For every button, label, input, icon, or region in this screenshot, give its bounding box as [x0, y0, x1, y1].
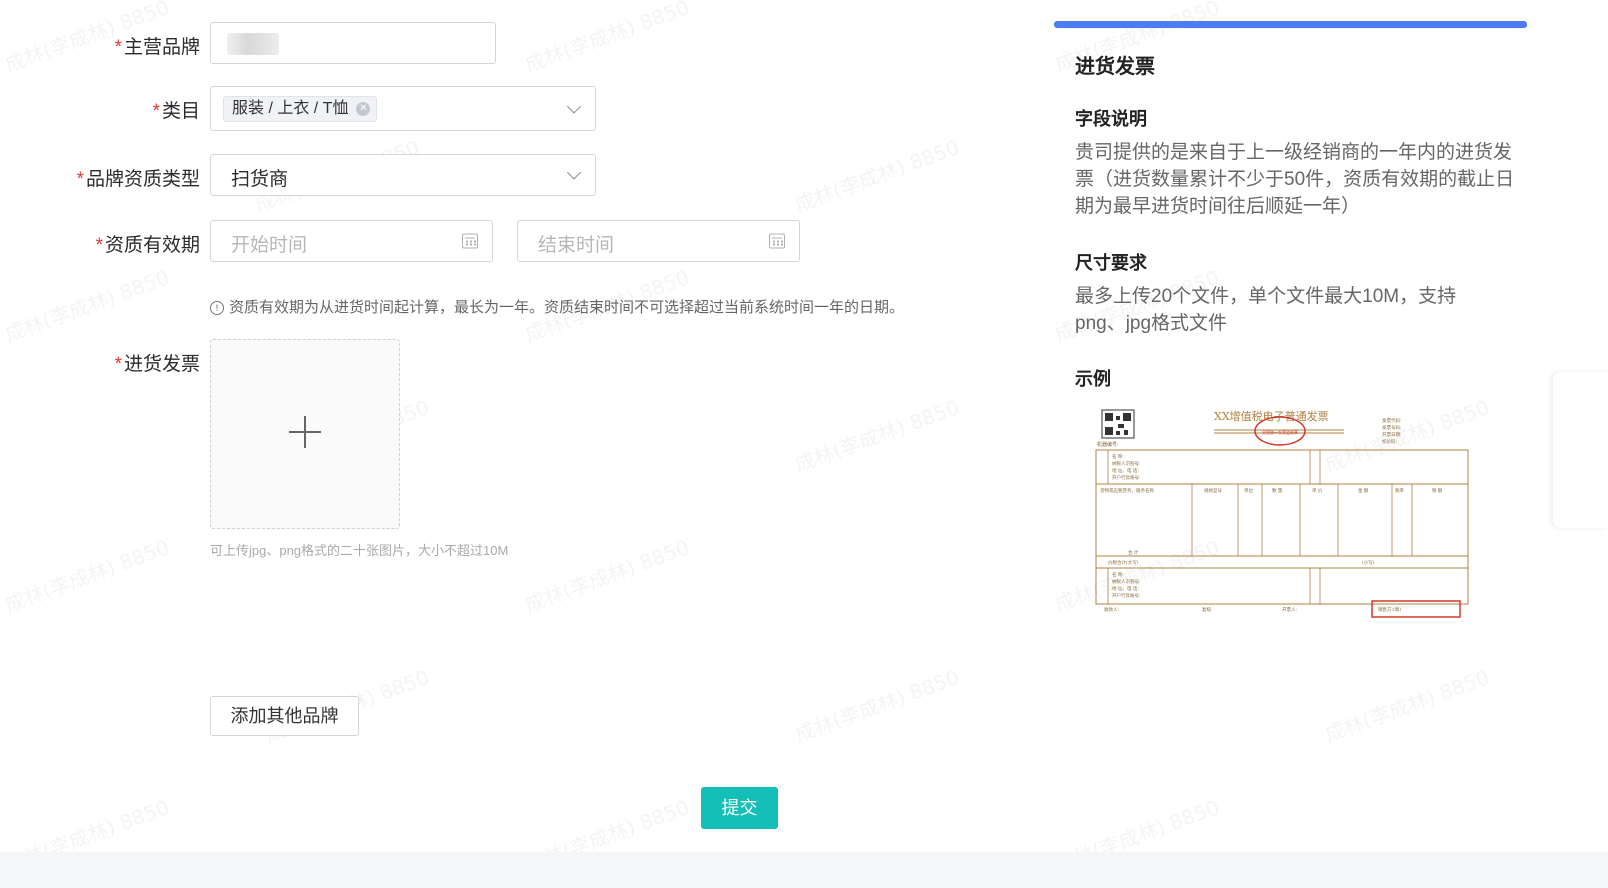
invoice-upload-area[interactable]: [210, 339, 400, 529]
qualification-type-value: 扫货商: [231, 169, 289, 190]
svg-text:地 址、电 话:: 地 址、电 话:: [1112, 585, 1139, 592]
validity-label: * 资质有效期: [95, 235, 200, 256]
start-date-placeholder: 开始时间: [231, 235, 308, 256]
watermark: 成林(李成林) 8850: [791, 135, 963, 217]
size-requirement-text: 最多上传20个文件，单个文件最大10M，支持png、jpg格式文件: [1075, 286, 1457, 334]
category-select[interactable]: 服装 / 上衣 / T恤 ✕: [210, 86, 596, 131]
svg-text:税 额: 税 额: [1432, 487, 1443, 494]
svg-text:名 称:: 名 称:: [1112, 453, 1124, 460]
example-heading: 示例: [1075, 369, 1111, 389]
svg-text:规格型号: 规格型号: [1204, 487, 1222, 494]
svg-text:纳税人识别号:: 纳税人识别号:: [1112, 578, 1141, 585]
side-panel-title: 进货发票: [1075, 56, 1155, 78]
category-label: * 类目: [152, 101, 200, 122]
watermark: 成林(李成林) 8850: [791, 665, 963, 747]
svg-text:开票人:: 开票人:: [1282, 607, 1297, 613]
brand-label: * 主营品牌: [114, 37, 200, 58]
watermark: 成林(李成林) 8850: [521, 535, 693, 617]
submit-button[interactable]: 提交: [701, 787, 778, 829]
upload-hint: 可上传jpg、png格式的二十张图片，大小不超过10M: [210, 543, 509, 558]
svg-text:数 量: 数 量: [1272, 487, 1283, 494]
svg-text:全国统一发票监制章: 全国统一发票监制章: [1262, 429, 1298, 435]
svg-text:销售方:(章): 销售方:(章): [1378, 606, 1401, 613]
svg-text:(小写): (小写): [1362, 559, 1375, 566]
page-footer-band: [0, 852, 1608, 888]
watermark: 成林(李成林) 8850: [791, 395, 963, 477]
svg-text:单位: 单位: [1244, 487, 1253, 494]
qualification-type-label: * 品牌资质类型: [76, 169, 200, 190]
svg-text:单 价: 单 价: [1312, 487, 1323, 494]
svg-text:开票日期:: 开票日期:: [1382, 432, 1402, 438]
side-drawer-tab[interactable]: [1553, 372, 1608, 528]
calendar-icon[interactable]: [769, 233, 785, 249]
add-brand-button[interactable]: 添加其他品牌: [210, 696, 359, 736]
svg-text:机器编号:: 机器编号:: [1097, 441, 1119, 448]
chevron-down-icon: [566, 165, 582, 180]
svg-text:发票号码:: 发票号码:: [1382, 424, 1402, 431]
blurred-brand-value: [227, 33, 279, 55]
svg-text:纳税人识别号:: 纳税人识别号:: [1112, 460, 1141, 467]
validity-hint: ! 资质有效期为从进货时间起计算，最长为一年。资质结束时间不可选择超过当前系统时间…: [210, 296, 904, 317]
svg-text:开户行及账号:: 开户行及账号:: [1112, 592, 1141, 599]
svg-text:复核:: 复核:: [1202, 606, 1213, 613]
field-description-text: 贵司提供的是来自于上一级经销商的一年内的进货发票（进货数量累计不少于50件，资质…: [1075, 142, 1515, 217]
plus-icon: [289, 416, 321, 448]
start-date-input[interactable]: 开始时间: [210, 220, 493, 262]
svg-text:开户行及账号:: 开户行及账号:: [1112, 474, 1141, 481]
svg-text:发票代码:: 发票代码:: [1382, 417, 1402, 424]
calendar-icon[interactable]: [462, 233, 478, 249]
qr-code-icon: [1101, 409, 1135, 439]
end-date-placeholder: 结束时间: [538, 235, 615, 256]
svg-text:货物或应税劳务、服务名称: 货物或应税劳务、服务名称: [1100, 487, 1154, 494]
end-date-input[interactable]: 结束时间: [517, 220, 800, 262]
svg-text:金 额: 金 额: [1358, 487, 1369, 494]
watermark: 成林(李成林) 8850: [521, 0, 693, 77]
svg-text:地 址、电 话:: 地 址、电 话:: [1112, 467, 1139, 474]
invoice-label: * 进货发票: [114, 354, 200, 375]
svg-text:收款人:: 收款人:: [1104, 606, 1119, 613]
svg-text:税率: 税率: [1395, 487, 1404, 494]
field-description-heading: 字段说明: [1075, 109, 1147, 129]
svg-text:名 称:: 名 称:: [1112, 571, 1124, 578]
size-requirement-heading: 尺寸要求: [1075, 253, 1147, 273]
category-tag: 服装 / 上衣 / T恤 ✕: [223, 96, 378, 122]
example-invoice-title: XX增值税电子普通发票: [1214, 409, 1329, 423]
example-invoice-image: 机器编号: XX增值税电子普通发票 全国统一发票监制章 发票代码: 发票号码: …: [1092, 404, 1472, 620]
brand-input[interactable]: [210, 22, 496, 64]
chevron-down-icon: [566, 98, 582, 114]
side-panel-accent-bar: [1054, 21, 1527, 28]
svg-text:校验码:: 校验码:: [1382, 438, 1397, 445]
close-circle-icon[interactable]: ✕: [356, 102, 371, 116]
svg-text:合 计: 合 计: [1128, 549, 1139, 556]
watermark: 成林(李成林) 8850: [1, 265, 173, 347]
info-icon: !: [210, 301, 224, 315]
watermark: 成林(李成林) 8850: [1, 535, 173, 617]
qualification-type-select[interactable]: 扫货商: [210, 154, 596, 196]
svg-text:价税合计(大写): 价税合计(大写): [1108, 559, 1139, 566]
watermark: 成林(李成林) 8850: [1321, 665, 1493, 747]
